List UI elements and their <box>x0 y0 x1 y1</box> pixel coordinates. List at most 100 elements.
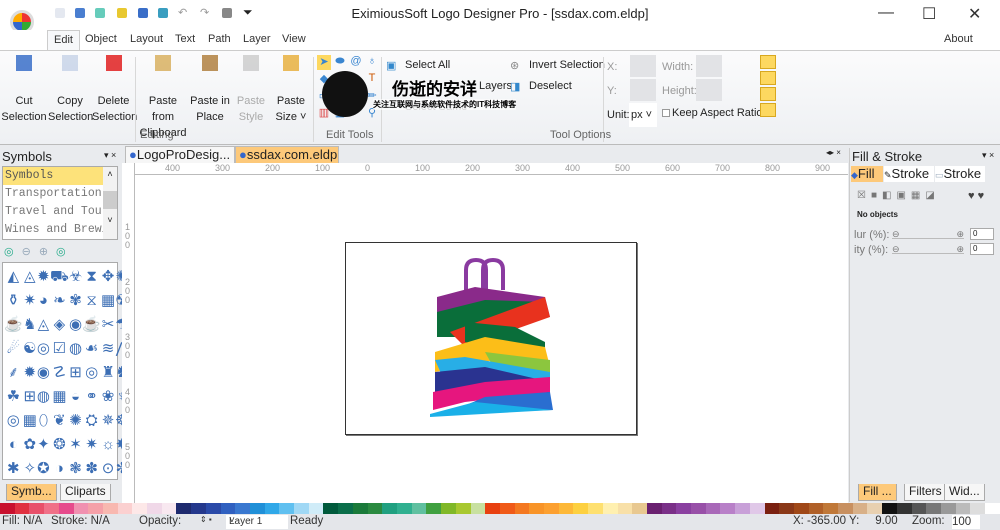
palette-swatch[interactable] <box>955 503 971 514</box>
palette-swatch[interactable] <box>911 503 927 514</box>
symbol-item[interactable]: ✷ <box>82 434 101 456</box>
layer-select[interactable]: Layer 1 ˅ <box>226 515 288 529</box>
symbol-item[interactable]: ☄ <box>4 338 23 360</box>
palette-swatch[interactable] <box>617 503 633 514</box>
symbol-item[interactable]: ◕ <box>37 290 50 312</box>
palette-swatch[interactable] <box>735 503 750 514</box>
symbol-item[interactable]: ⸙ <box>4 362 23 384</box>
palette-swatch[interactable] <box>544 503 559 514</box>
symbol-item[interactable]: ✥ <box>101 266 115 288</box>
symbol-item[interactable]: ◉ <box>69 314 82 336</box>
symbol-item[interactable]: ☡ <box>50 362 69 384</box>
palette-swatch[interactable] <box>661 503 677 514</box>
palette-swatch[interactable] <box>485 503 500 514</box>
palette-swatch[interactable] <box>676 503 692 514</box>
align-bottom-left-icon[interactable] <box>760 87 776 101</box>
tab-path[interactable]: Path <box>204 33 235 45</box>
palette-swatch[interactable] <box>691 503 706 514</box>
palette-swatch[interactable] <box>558 503 574 514</box>
palette-swatch[interactable] <box>867 503 883 514</box>
x-input[interactable] <box>630 55 656 77</box>
symbol-item[interactable]: ⧖ <box>82 290 101 312</box>
palette-swatch[interactable] <box>793 503 809 514</box>
symbol-item[interactable]: ◈ <box>50 314 69 336</box>
palette-swatch[interactable] <box>88 503 103 514</box>
symbol-item[interactable]: ♞ <box>23 314 37 336</box>
list-scrollbar[interactable]: ˄ ˅ <box>103 167 117 239</box>
palette-swatch[interactable] <box>499 503 515 514</box>
symbol-item[interactable]: ❂ <box>50 434 69 456</box>
palette-swatch[interactable] <box>14 503 30 514</box>
unit-select[interactable]: px ˅ <box>629 103 657 127</box>
symbol-item[interactable]: ☯ <box>23 338 37 360</box>
symbol-item[interactable]: ✪ <box>37 458 50 480</box>
symbol-item[interactable]: ⊞ <box>23 386 37 408</box>
palette-swatch[interactable] <box>455 503 471 514</box>
symbol-category-list[interactable]: Symbols Transportation Travel and Touri: Wi… <box>2 166 118 240</box>
palette-swatch[interactable] <box>441 503 456 514</box>
select-all-button[interactable]: Select All <box>405 59 450 71</box>
symbol-item[interactable]: ⧗ <box>82 266 101 288</box>
palette-swatch[interactable] <box>58 503 74 514</box>
tab-stroke-style[interactable]: ▭Stroke <box>935 166 985 182</box>
swatch-icon[interactable]: ◪ <box>925 190 939 201</box>
symbol-item[interactable]: ✂ <box>101 314 115 336</box>
symbol-item[interactable]: ◬ <box>23 266 37 288</box>
palette-swatch[interactable] <box>720 503 736 514</box>
palette-swatch[interactable] <box>411 503 427 514</box>
symbol-item[interactable]: ☼ <box>101 434 115 456</box>
symbol-item[interactable]: ❧ <box>50 290 69 312</box>
symbol-item[interactable]: ⚱ <box>4 290 23 312</box>
symbol-item[interactable]: ☘ <box>4 386 23 408</box>
symbol-item[interactable]: ◐ <box>4 434 23 456</box>
nav-back-icon[interactable]: ⊖ <box>22 246 39 258</box>
ellipse-tool-icon[interactable]: ⬬ <box>333 55 347 70</box>
linear-gradient-icon[interactable]: ◧ <box>882 190 896 201</box>
palette-swatch[interactable] <box>235 503 250 514</box>
symbol-item[interactable]: ⊞ <box>69 362 82 384</box>
symbol-item[interactable]: ◎ <box>82 362 101 384</box>
tab-filters[interactable]: Filters <box>904 484 947 501</box>
symbol-item[interactable]: ⊙ <box>101 458 115 480</box>
align-bottom-right-icon[interactable] <box>760 103 776 117</box>
palette-swatch[interactable] <box>941 503 956 514</box>
shopping-bag-logo[interactable] <box>345 242 637 435</box>
symbol-item[interactable]: ◉ <box>37 362 50 384</box>
tab-layout[interactable]: Layout <box>126 33 167 45</box>
deselect-button[interactable]: Deselect <box>529 80 572 92</box>
palette-swatch[interactable] <box>573 503 589 514</box>
tab-stroke-paint[interactable]: ✎Stroke <box>884 166 934 182</box>
symbol-item[interactable]: ▦ <box>101 290 115 312</box>
blur-slider[interactable]: ⊖ ⊕ <box>892 229 964 239</box>
tab-cliparts[interactable]: Cliparts <box>60 484 111 501</box>
palette-swatch[interactable] <box>147 503 162 514</box>
category-item[interactable]: Travel and Touri: <box>3 203 117 221</box>
symbol-item[interactable]: ⛟ <box>50 266 69 288</box>
tab-view[interactable]: View <box>278 33 310 45</box>
doc-tab-scroll-icon[interactable]: ◂▸ × <box>826 148 841 157</box>
symbol-item[interactable]: ❃ <box>69 458 82 480</box>
invert-selection-button[interactable]: Invert Selection <box>529 59 605 71</box>
symbol-item[interactable]: ☙ <box>82 338 101 360</box>
palette-swatch[interactable] <box>764 503 780 514</box>
symbol-item[interactable]: ❀ <box>101 386 115 408</box>
document-page[interactable] <box>345 242 637 435</box>
symbol-item[interactable]: ≋ <box>101 338 115 360</box>
palette-swatch[interactable] <box>294 503 309 514</box>
palette-swatch[interactable] <box>117 503 133 514</box>
palette-swatch[interactable] <box>705 503 721 514</box>
text-tool-icon[interactable]: T <box>365 72 379 87</box>
minimize-button[interactable]: — <box>878 4 894 22</box>
palette-swatch[interactable] <box>514 503 530 514</box>
palette-swatch[interactable] <box>323 503 339 514</box>
spiral-tool-icon[interactable]: @ <box>349 55 363 70</box>
align-top-right-icon[interactable] <box>760 71 776 85</box>
palette-swatch[interactable] <box>338 503 353 514</box>
symbol-item[interactable]: ◒ <box>69 386 82 408</box>
symbol-item[interactable]: ✽ <box>82 458 101 480</box>
palette-swatch[interactable] <box>588 503 603 514</box>
category-item[interactable]: Transportation <box>3 185 103 203</box>
palette-swatch[interactable] <box>470 503 486 514</box>
symbol-item[interactable]: ☑ <box>50 338 69 360</box>
symbol-item[interactable]: ▦ <box>23 410 37 432</box>
